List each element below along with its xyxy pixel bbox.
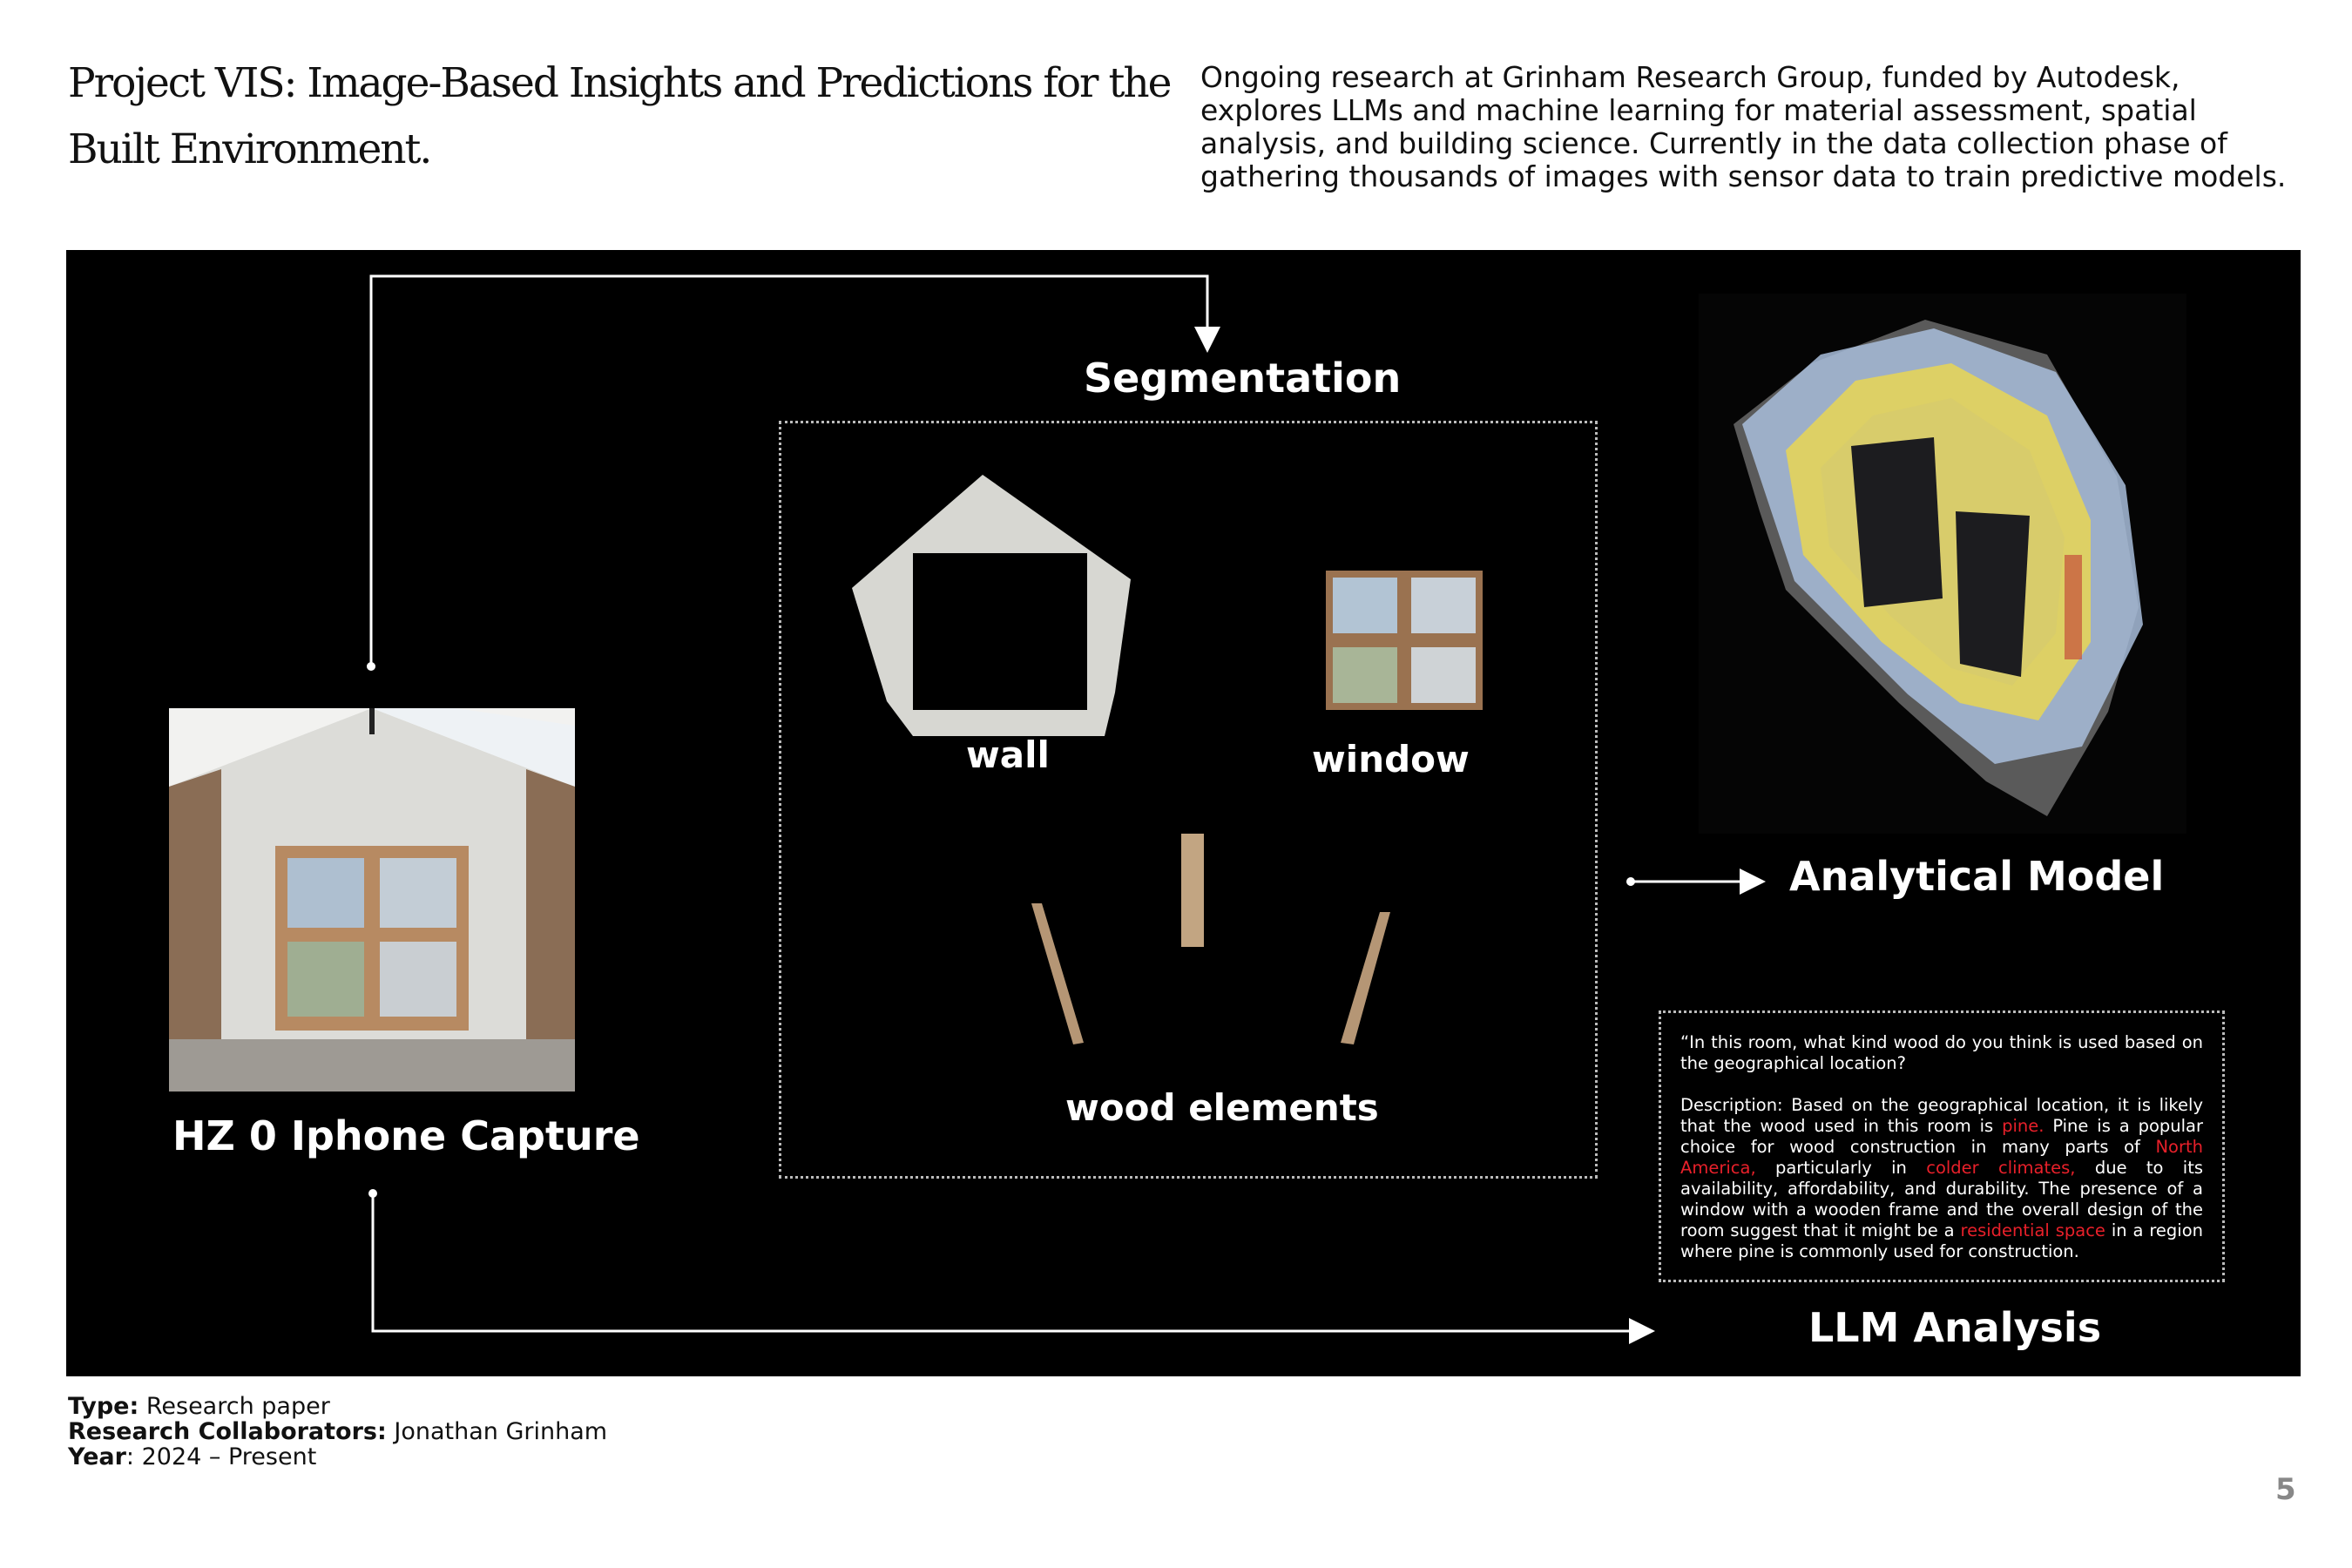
meta-year: Year: 2024 – Present <box>68 1444 607 1470</box>
wood-label: wood elements <box>1065 1086 1379 1129</box>
meta-collab-label: Research Collaborators: <box>68 1418 387 1445</box>
segmentation-label: Segmentation <box>1084 355 1402 402</box>
room-photo <box>169 708 575 1092</box>
meta-year-value: : 2024 – Present <box>125 1443 317 1470</box>
window-label: window <box>1312 738 1470 781</box>
analytical-label: Analytical Model <box>1789 853 2165 900</box>
meta-type-value: Research paper <box>139 1393 330 1420</box>
capture-label: HZ 0 Iphone Capture <box>172 1112 640 1159</box>
analytical-model <box>1699 294 2186 834</box>
meta-collaborators: Research Collaborators: Jonathan Grinham <box>68 1419 607 1444</box>
llm-highlight-space: residential space <box>1960 1220 2105 1240</box>
wood-segment <box>1031 834 1390 1044</box>
wall-segment <box>852 475 1131 736</box>
llm-response-box: “In this room, what kind wood do you thi… <box>1659 1010 2225 1282</box>
meta-year-label: Year <box>68 1443 126 1470</box>
llm-highlight-climate: colder climates, <box>1926 1158 2076 1178</box>
meta-type: Type: Research paper <box>68 1394 607 1419</box>
wall-label: wall <box>966 733 1050 776</box>
meta-type-label: Type: <box>68 1393 139 1420</box>
llm-answer-part: particularly in <box>1755 1158 1927 1178</box>
page-number: 5 <box>2275 1472 2296 1507</box>
meta-collab-value: Jonathan Grinham <box>386 1418 608 1445</box>
llm-highlight-pine: pine. <box>2002 1116 2044 1136</box>
llm-answer: Description: Based on the geographical l… <box>1680 1095 2203 1262</box>
project-meta: Type: Research paper Research Collaborat… <box>68 1394 607 1470</box>
intro-paragraph: Ongoing research at Grinham Research Gro… <box>1200 60 2287 193</box>
llm-question: “In this room, what kind wood do you thi… <box>1680 1032 2203 1073</box>
diagram-panel: HZ 0 Iphone Capture Segmentation wall wi… <box>66 250 2301 1376</box>
llm-label: LLM Analysis <box>1808 1304 2102 1351</box>
window-segment <box>1326 571 1483 710</box>
page-title: Project VIS: Image-Based Insights and Pr… <box>68 59 1172 173</box>
